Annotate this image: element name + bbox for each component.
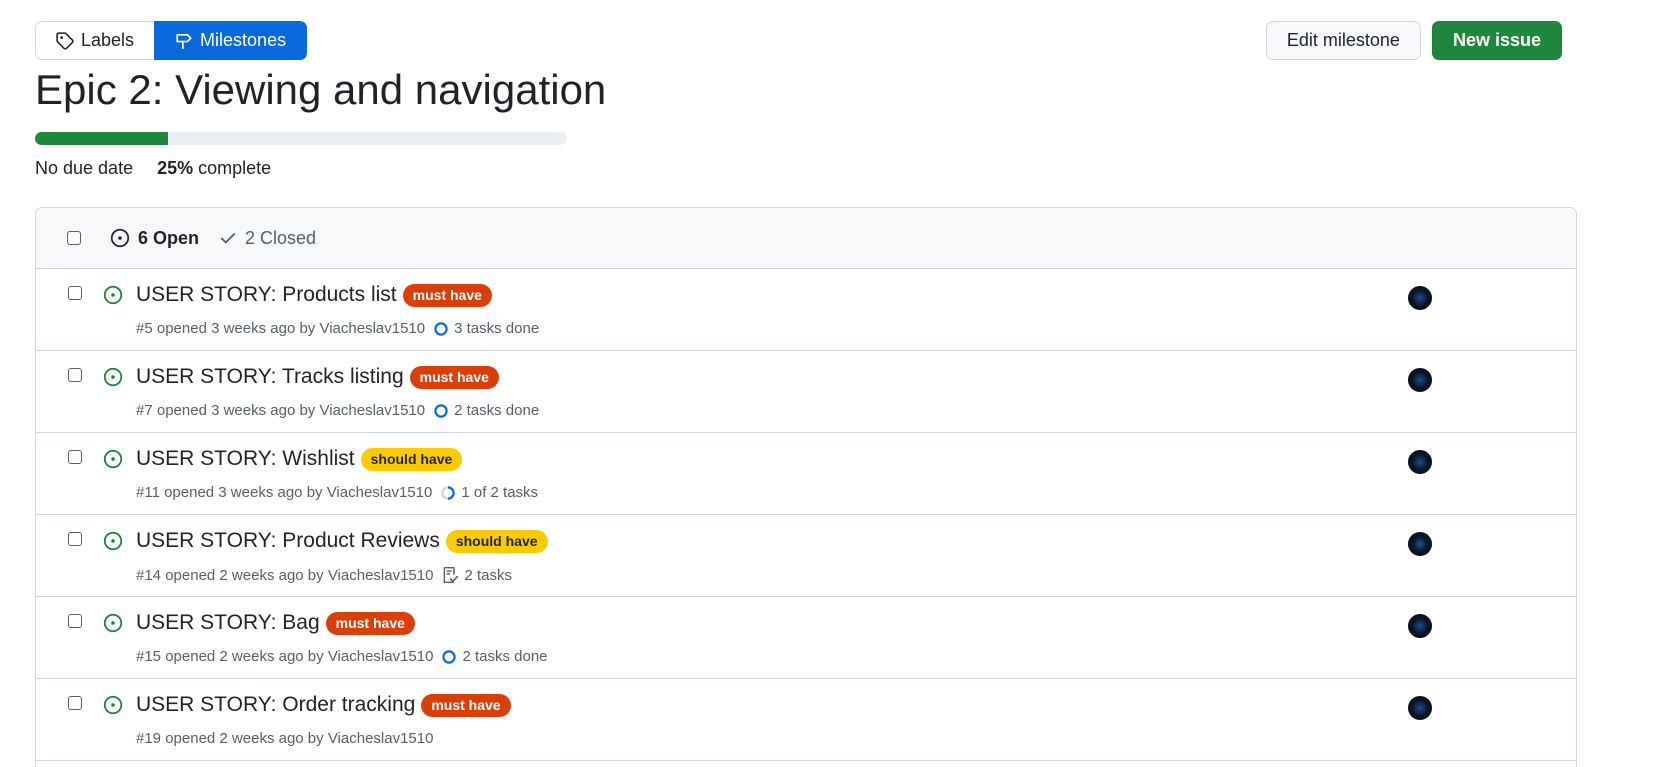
task-progress[interactable]: 2 tasks done <box>441 648 548 665</box>
issue-title-link[interactable]: USER STORY: Product Reviews <box>136 529 440 553</box>
issue-meta: #19 opened 2 weeks ago by Viacheslav1510 <box>136 730 433 747</box>
issues-list-header: 6 Open 2 Closed <box>36 208 1576 269</box>
task-progress-ring-icon <box>442 649 457 664</box>
assignee-avatar[interactable] <box>1408 450 1432 474</box>
issue-title-link[interactable]: USER STORY: Products list <box>136 283 397 307</box>
task-progress-ring-icon <box>434 321 448 336</box>
issue-checkbox[interactable] <box>68 696 82 710</box>
task-progress-text: 3 tasks done <box>454 320 540 337</box>
issue-title-link[interactable]: USER STORY: Tracks listing <box>136 365 404 389</box>
issue-opened-text: #15 opened 2 weeks ago by Viacheslav1510 <box>136 648 434 665</box>
milestone-page: Labels Milestones Edit milestone New iss… <box>0 0 1669 767</box>
labels-tab-label: Labels <box>81 30 135 50</box>
completion-percent: 25% <box>157 158 194 178</box>
issue-checkbox[interactable] <box>68 368 82 382</box>
issue-row: USER STORY: Bag must have #15 opened 2 w… <box>36 597 1576 679</box>
task-progress[interactable]: 2 tasks <box>441 566 512 584</box>
task-progress[interactable]: 1 of 2 tasks <box>440 484 538 501</box>
issue-state-filter: 6 Open 2 Closed <box>110 228 316 249</box>
completion-text: 25% complete <box>157 158 271 179</box>
task-progress-ring-icon <box>434 403 448 418</box>
new-issue-button[interactable]: New issue <box>1431 21 1562 60</box>
issue-open-icon <box>103 367 123 387</box>
milestones-tab-label: Milestones <box>200 30 287 50</box>
should-have-label[interactable]: should have <box>360 447 463 471</box>
issue-meta: #5 opened 3 weeks ago by Viacheslav1510 … <box>136 320 539 337</box>
issue-row: USER STORY: Wishlist should have #11 ope… <box>36 433 1576 515</box>
issue-checkbox[interactable] <box>68 614 82 628</box>
issue-open-icon <box>110 228 130 248</box>
issue-meta: #7 opened 3 weeks ago by Viacheslav1510 … <box>136 402 539 419</box>
issue-row: USER STORY: Products list must have #5 o… <box>36 269 1576 351</box>
issue-title-link[interactable]: USER STORY: Order tracking <box>136 693 415 717</box>
assignee-avatar[interactable] <box>1408 532 1432 556</box>
closed-count-label: 2 Closed <box>245 227 317 248</box>
assignee-avatar[interactable] <box>1408 368 1432 392</box>
milestone-title: Epic 2: Viewing and navigation <box>35 66 607 113</box>
checklist-icon <box>444 566 459 584</box>
issue-checkbox[interactable] <box>68 532 82 546</box>
issue-meta: #14 opened 2 weeks ago by Viacheslav1510… <box>136 566 512 584</box>
task-progress[interactable]: 3 tasks done <box>433 320 539 337</box>
issue-opened-text: #14 opened 2 weeks ago by Viacheslav1510 <box>136 566 434 584</box>
task-progress-text: 1 of 2 tasks <box>461 484 539 501</box>
issue-row: USER STORY: Tracks listing must have #7 … <box>36 351 1576 433</box>
issue-open-icon <box>103 695 123 715</box>
must-have-label[interactable]: must have <box>325 611 415 635</box>
issue-checkbox[interactable] <box>68 286 82 300</box>
issue-open-icon <box>103 613 123 633</box>
completion-label: complete <box>198 158 272 178</box>
task-progress[interactable]: 2 tasks done <box>433 402 539 419</box>
milestone-actions: Edit milestone New issue <box>1265 21 1562 60</box>
task-progress-text: 2 tasks done <box>462 648 548 665</box>
issue-title-line: USER STORY: Bag must have <box>136 611 415 635</box>
issue-title-line: USER STORY: Order tracking must have <box>136 693 511 717</box>
labels-tab[interactable]: Labels <box>35 21 155 60</box>
assignee-avatar[interactable] <box>1408 614 1432 638</box>
issue-title-link[interactable]: USER STORY: Bag <box>136 611 320 635</box>
tag-icon <box>56 31 74 50</box>
progress-fill <box>35 132 168 145</box>
task-progress-half-icon <box>441 485 456 500</box>
issue-open-icon <box>103 531 123 551</box>
labels-milestones-nav: Labels Milestones <box>35 21 308 60</box>
issue-meta: #15 opened 2 weeks ago by Viacheslav1510… <box>136 648 548 665</box>
issues-list: 6 Open 2 Closed USER STORY: Products lis… <box>35 207 1577 767</box>
milestone-meta: No due date 25% complete <box>35 158 271 179</box>
select-all-checkbox[interactable] <box>67 231 81 245</box>
issue-opened-text: #11 opened 3 weeks ago by Viacheslav1510 <box>136 484 433 501</box>
issue-open-icon <box>103 449 123 469</box>
milestones-tab[interactable]: Milestones <box>154 21 308 60</box>
closed-issues-filter[interactable]: 2 Closed <box>219 228 316 249</box>
open-issues-filter[interactable]: 6 Open <box>110 228 199 249</box>
milestone-icon <box>176 33 192 49</box>
open-count-label: 6 Open <box>138 227 200 248</box>
issue-checkbox[interactable] <box>68 450 82 464</box>
issue-title-line: USER STORY: Product Reviews should have <box>136 529 548 553</box>
issue-opened-text: #19 opened 2 weeks ago by Viacheslav1510 <box>136 730 434 747</box>
issue-title-line: USER STORY: Tracks listing must have <box>136 365 499 389</box>
check-icon <box>220 233 236 244</box>
must-have-label[interactable]: must have <box>421 693 511 717</box>
due-date-text: No due date <box>35 158 134 178</box>
issue-opened-text: #7 opened 3 weeks ago by Viacheslav1510 <box>136 402 426 419</box>
must-have-label[interactable]: must have <box>409 365 499 389</box>
milestone-progress-bar <box>35 132 567 145</box>
issue-title-line: USER STORY: Products list must have <box>136 283 492 307</box>
issue-meta: #11 opened 3 weeks ago by Viacheslav1510… <box>136 484 538 501</box>
must-have-label[interactable]: must have <box>402 283 492 307</box>
issue-title-link[interactable]: USER STORY: Wishlist <box>136 447 355 471</box>
should-have-label[interactable]: should have <box>445 529 548 553</box>
issue-opened-text: #5 opened 3 weeks ago by Viacheslav1510 <box>136 320 426 337</box>
issue-open-icon <box>103 285 123 305</box>
task-progress-text: 2 tasks done <box>454 402 540 419</box>
assignee-avatar[interactable] <box>1408 696 1432 720</box>
issue-row: USER STORY: Order tracking must have #19… <box>36 679 1576 761</box>
issue-title-line: USER STORY: Wishlist should have <box>136 447 463 471</box>
task-progress-text: 2 tasks <box>464 566 512 584</box>
assignee-avatar[interactable] <box>1408 286 1432 310</box>
edit-milestone-button[interactable]: Edit milestone <box>1265 21 1421 60</box>
issue-row: USER STORY: Product Reviews should have … <box>36 515 1576 597</box>
